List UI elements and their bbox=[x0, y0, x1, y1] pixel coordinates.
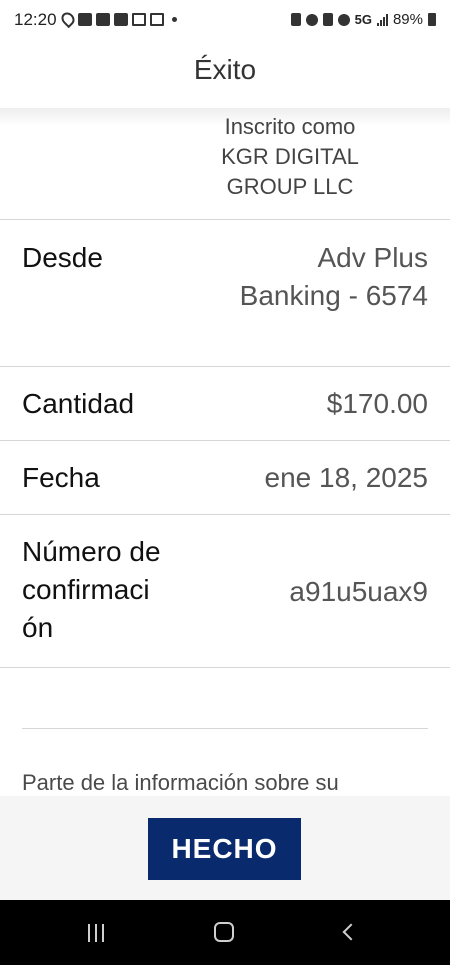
battery-icon bbox=[428, 13, 436, 26]
signal-icon bbox=[376, 13, 388, 26]
from-account-line1: Adv Plus bbox=[317, 242, 429, 273]
calendar-icon bbox=[132, 12, 146, 26]
gallery-icon bbox=[96, 12, 110, 26]
divider bbox=[0, 366, 450, 367]
divider bbox=[0, 440, 450, 441]
notification-icons bbox=[58, 9, 177, 29]
youtube-icon bbox=[78, 12, 92, 26]
amount-value: $170.00 bbox=[326, 388, 428, 419]
divider bbox=[0, 219, 450, 220]
confirmation-label-line1: Número de bbox=[22, 536, 161, 567]
mute-icon bbox=[322, 13, 333, 26]
confirmation-number: a91u5uax9 bbox=[289, 576, 428, 607]
from-label: Desde bbox=[22, 242, 103, 273]
youtube-icon bbox=[114, 12, 128, 26]
page-title: Éxito bbox=[193, 54, 257, 85]
date-value: ene 18, 2025 bbox=[264, 462, 429, 493]
back-icon[interactable] bbox=[342, 923, 360, 941]
home-icon[interactable] bbox=[214, 922, 234, 942]
alarm-icon bbox=[305, 13, 318, 26]
from-value: Adv Plus Banking - 6574 bbox=[240, 239, 428, 315]
recent-apps-icon[interactable] bbox=[88, 924, 104, 942]
location-icon bbox=[337, 13, 350, 26]
confirmation-label: Número de confirmaci ón bbox=[22, 533, 161, 647]
divider bbox=[22, 728, 428, 729]
system-status: 5G 89% bbox=[290, 11, 436, 28]
calendar-icon bbox=[150, 12, 164, 26]
divider bbox=[0, 514, 450, 515]
status-bar: 12:20 5G 89% bbox=[0, 0, 450, 40]
battery-percent: 89% bbox=[392, 11, 423, 28]
more-notifications-icon bbox=[172, 16, 177, 22]
done-button[interactable]: HECHO bbox=[148, 818, 301, 880]
confirmation-label-line2: confirmaci bbox=[22, 574, 150, 605]
registered-as-block: Inscrito como KGR DIGITAL GROUP LLC bbox=[190, 112, 390, 202]
amount-label: Cantidad bbox=[22, 388, 135, 419]
registered-name-line1: KGR DIGITAL bbox=[221, 144, 359, 169]
divider bbox=[0, 667, 450, 668]
confirmation-label-line3: ón bbox=[22, 612, 54, 643]
button-area: HECHO bbox=[0, 796, 450, 900]
battery-saver-icon bbox=[290, 13, 301, 26]
app-header: Éxito bbox=[0, 40, 450, 108]
date-label: Fecha bbox=[22, 462, 100, 493]
network-type: 5G bbox=[354, 12, 372, 27]
registered-name-line2: GROUP LLC bbox=[226, 174, 354, 199]
location-icon bbox=[58, 9, 78, 29]
registered-as-label: Inscrito como bbox=[224, 114, 356, 139]
navigation-bar bbox=[0, 900, 450, 965]
status-time: 12:20 bbox=[14, 10, 57, 29]
info-text: Parte de la información sobre su bbox=[22, 770, 339, 795]
from-account-line2: Banking - 6574 bbox=[239, 280, 428, 311]
